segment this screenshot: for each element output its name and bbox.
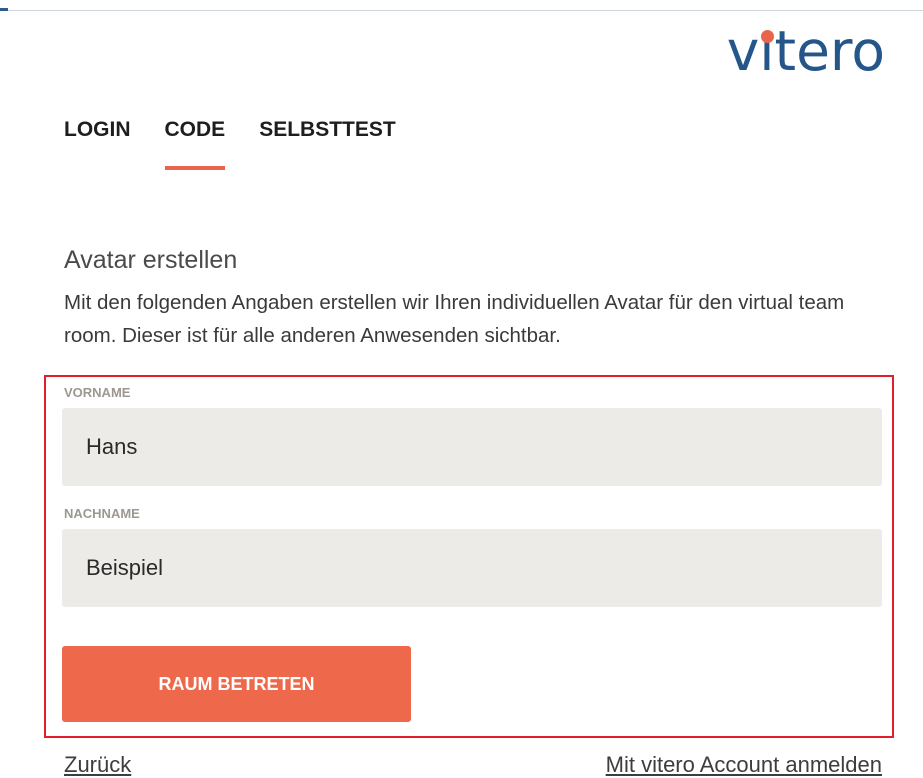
enter-room-button[interactable]: RAUM BETRETEN — [62, 646, 411, 722]
tab-code[interactable]: CODE — [164, 118, 225, 170]
vitero-account-login-link[interactable]: Mit vitero Account anmelden — [606, 752, 882, 778]
intro-text: Mit den folgenden Angaben erstellen wir … — [64, 291, 845, 347]
logo-text-v: v — [726, 19, 760, 83]
first-name-label: VORNAME — [64, 385, 131, 400]
tab-login[interactable]: LOGIN — [64, 118, 131, 170]
first-name-field[interactable]: Hans — [62, 408, 882, 486]
back-link[interactable]: Zurück — [64, 752, 131, 778]
last-name-field[interactable]: Beispiel — [62, 529, 882, 607]
top-divider — [0, 8, 923, 11]
logo-dot — [760, 30, 774, 43]
logo-text-tero: tero — [774, 19, 885, 83]
tab-selbsttest[interactable]: SELBSTTEST — [259, 118, 396, 170]
logo-i: ı — [759, 24, 774, 79]
vitero-logo: v ı tero — [727, 24, 885, 79]
last-name-label: NACHNAME — [64, 506, 140, 521]
tab-bar: LOGIN CODE SELBSTTEST — [64, 118, 396, 170]
section-title: Avatar erstellen — [64, 246, 238, 274]
